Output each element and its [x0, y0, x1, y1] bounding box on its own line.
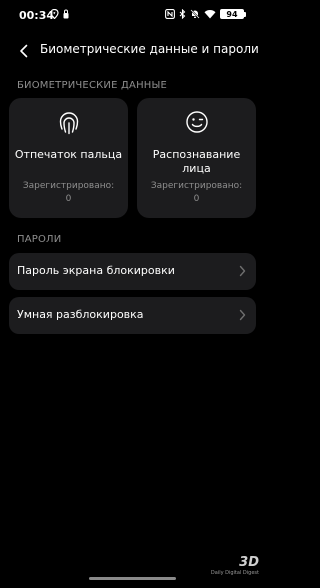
face-tile[interactable]: Распознавание лица Зарегистрировано: 0: [137, 98, 256, 218]
status-bar: 00:34 94: [0, 0, 265, 34]
battery-icon: 94: [220, 9, 246, 19]
watermark-mark: 3D: [239, 555, 259, 570]
silent-icon: [190, 9, 200, 19]
chevron-right-icon: [239, 265, 246, 277]
lock-icon: [63, 9, 69, 19]
fingerprint-status-value: 0: [65, 194, 72, 204]
fingerprint-tile[interactable]: Отпечаток пальца Зарегистрировано: 0: [9, 98, 128, 218]
watermark: 3D Daily Digital Digest: [211, 555, 259, 576]
fingerprint-icon: [59, 112, 78, 135]
status-left-icons: [50, 9, 69, 19]
chevron-right-icon: [239, 309, 246, 321]
face-tile-status: Зарегистрировано: 0: [137, 180, 256, 206]
fingerprint-tile-title: Отпечаток пальца: [14, 148, 123, 161]
wifi-icon: [204, 9, 216, 19]
face-icon: [185, 111, 208, 133]
fingerprint-tile-status: Зарегистрировано: 0: [9, 180, 128, 206]
section-title-biometrics: БИОМЕТРИЧЕСКИЕ ДАННЫЕ: [17, 80, 168, 91]
smart-unlock-label: Умная разблокировка: [17, 308, 144, 321]
lock-screen-password-label: Пароль экрана блокировки: [17, 264, 175, 277]
page-title: Биометрические данные и пароли: [40, 42, 259, 56]
home-indicator[interactable]: [89, 577, 176, 580]
status-time: 00:34: [19, 9, 55, 22]
status-right-icons: 94: [165, 9, 246, 19]
fingerprint-status-label: Зарегистрировано:: [22, 181, 115, 191]
back-button[interactable]: [12, 39, 36, 63]
smart-unlock-item[interactable]: Умная разблокировка: [9, 297, 256, 334]
face-tile-title: Распознавание лица: [152, 148, 241, 175]
watermark-sub: Daily Digital Digest: [210, 570, 259, 576]
face-status-label: Зарегистрировано:: [150, 181, 243, 191]
section-title-passwords: ПАРОЛИ: [17, 234, 62, 245]
location-icon: [50, 9, 59, 19]
face-status-value: 0: [193, 194, 200, 204]
battery-level: 94: [220, 9, 244, 19]
bluetooth-icon: [179, 9, 186, 19]
chevron-left-icon: [20, 44, 28, 58]
header: Биометрические данные и пароли: [0, 34, 265, 68]
nfc-icon: [165, 9, 175, 19]
lock-screen-password-item[interactable]: Пароль экрана блокировки: [9, 253, 256, 290]
